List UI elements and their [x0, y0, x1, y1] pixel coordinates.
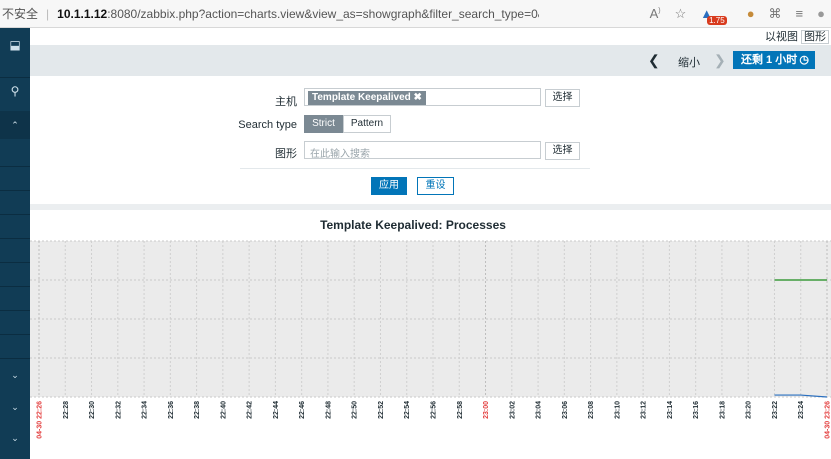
- host-multiselect[interactable]: Template Keepalived ✖: [304, 88, 541, 106]
- graph-panel: Template Keepalived: Processes 04-30 22:…: [30, 210, 831, 459]
- x-tick-label: 22:28: [63, 401, 70, 419]
- x-tick-label: 22:56: [431, 401, 438, 419]
- x-tick-label: 23:10: [614, 401, 621, 419]
- time-period-label: 还剩 1 小时: [741, 54, 798, 66]
- collapse-sidebar-icon[interactable]: ⬓: [0, 38, 30, 52]
- x-tick-label: 23:20: [746, 401, 753, 419]
- profile-avatar-icon[interactable]: ●: [817, 6, 825, 21]
- graph-chart: 04-30 22:26 22:28 22:30 22:32 22:34 22:36 22:3…: [30, 240, 831, 439]
- search-type-pattern[interactable]: Pattern: [343, 115, 391, 133]
- x-tick-label: 23:18: [719, 401, 726, 419]
- view-list-link[interactable]: 以视图: [765, 31, 798, 43]
- graph-label: 图形: [275, 148, 297, 160]
- reset-button[interactable]: 重设: [417, 177, 454, 195]
- view-switcher: 以视图 图形: [765, 28, 829, 44]
- x-tick-label: 23:14: [667, 401, 674, 419]
- sidebar-divider: [0, 262, 30, 263]
- search-icon[interactable]: ⚲: [0, 84, 30, 98]
- chevron-down-icon[interactable]: ⌄: [0, 433, 30, 444]
- sidebar-divider: [0, 238, 30, 239]
- x-tick-label: 22:36: [168, 401, 175, 419]
- x-tick-label: 22:38: [194, 401, 201, 419]
- filter-panel: 主机 Template Keepalived ✖ 选择 Search type …: [30, 76, 831, 204]
- view-graph-link[interactable]: 图形: [801, 30, 829, 44]
- x-tick-label: 22:32: [115, 401, 122, 419]
- graph-search-input[interactable]: 在此输入搜索: [304, 141, 541, 160]
- cookie-extension-icon[interactable]: ●: [747, 6, 755, 21]
- time-controls: ❮ 缩小 ❯ 还剩 1 小时 ◷: [30, 45, 831, 76]
- chevron-down-icon[interactable]: ⌄: [0, 370, 30, 381]
- host-label: 主机: [275, 96, 297, 108]
- url-host[interactable]: 10.1.1.12: [57, 7, 107, 21]
- apply-button[interactable]: 应用: [371, 177, 407, 195]
- x-tick-label: 23:04: [536, 401, 543, 419]
- host-chip-label: Template Keepalived: [312, 92, 411, 103]
- zoom-out-button[interactable]: 缩小: [678, 54, 700, 70]
- insecure-label[interactable]: 不安全: [0, 5, 38, 22]
- graph-placeholder: 在此输入搜索: [310, 149, 370, 160]
- extensions-puzzle-icon[interactable]: ⌘: [769, 6, 782, 22]
- sidebar-divider: [0, 310, 30, 311]
- x-tick-label: 22:30: [89, 401, 96, 419]
- x-tick-label: 23:00: [483, 401, 490, 419]
- search-type-strict[interactable]: Strict: [304, 115, 343, 133]
- x-tick-label: 22:46: [299, 401, 306, 419]
- sidebar-divider: [0, 334, 30, 335]
- extension-badge: 1.75: [707, 16, 727, 25]
- chevron-left-icon[interactable]: ❮: [648, 52, 660, 69]
- x-tick-label: 22:54: [404, 401, 411, 419]
- browser-address-bar: 不安全 | 10.1.1.12 :8080/zabbix.php?action=…: [0, 0, 831, 28]
- sidebar-divider: [0, 358, 30, 359]
- page-header: 以视图 图形: [30, 28, 831, 45]
- sidebar-divider: [0, 286, 30, 287]
- x-tick-label: 22:34: [142, 401, 149, 419]
- x-tick-label: 04-30 22:26: [37, 401, 44, 439]
- x-tick-label: 23:16: [693, 401, 700, 419]
- search-type-label: Search type: [238, 119, 297, 131]
- favorite-star-icon[interactable]: ☆: [675, 6, 687, 22]
- x-tick-label: 23:08: [588, 401, 595, 419]
- address-divider: |: [46, 6, 50, 21]
- host-chip: Template Keepalived ✖: [308, 91, 426, 105]
- clock-icon: ◷: [799, 54, 809, 66]
- read-aloud-icon[interactable]: A): [650, 6, 661, 21]
- x-tick-label: 23:24: [798, 401, 805, 419]
- chevron-down-icon[interactable]: ⌄: [0, 402, 30, 413]
- sidebar-divider: [0, 166, 30, 167]
- sidebar: ⬓ ⚲ ⌃ ⌄ ⌄ ⌄: [0, 28, 30, 459]
- chevron-right-icon[interactable]: ❯: [714, 52, 726, 69]
- x-tick-label: 22:44: [273, 401, 280, 419]
- host-select-button[interactable]: 选择: [545, 89, 580, 107]
- x-tick-label: 23:06: [562, 401, 569, 419]
- browser-toolbar: A) ☆ ▲1.75 ● ⌘ ≡ ●: [650, 0, 825, 27]
- sidebar-divider: [0, 190, 30, 191]
- x-tick-label: 22:48: [325, 401, 332, 419]
- sidebar-divider: [0, 77, 30, 78]
- close-icon[interactable]: ✖: [414, 92, 422, 103]
- x-tick-label: 04-30 23:26: [825, 401, 831, 439]
- favorites-list-icon[interactable]: ≡: [796, 6, 804, 21]
- filter-divider: [240, 168, 590, 169]
- time-period-button[interactable]: 还剩 1 小时 ◷: [733, 51, 815, 69]
- sidebar-divider: [0, 214, 30, 215]
- chevron-up-icon[interactable]: ⌃: [0, 120, 30, 131]
- extension-icon[interactable]: ▲1.75: [700, 6, 732, 25]
- url-path[interactable]: :8080/zabbix.php?action=charts.view&view…: [107, 7, 539, 21]
- x-tick-label: 23:12: [641, 401, 648, 419]
- x-tick-label: 22:52: [378, 401, 385, 419]
- x-tick-label: 22:50: [352, 401, 359, 419]
- x-tick-label: 23:22: [772, 401, 779, 419]
- x-tick-label: 22:42: [247, 401, 254, 419]
- x-tick-label: 22:58: [457, 401, 464, 419]
- x-tick-label: 22:40: [220, 401, 227, 419]
- graph-select-button[interactable]: 选择: [545, 142, 580, 160]
- x-tick-label: 23:02: [509, 401, 516, 419]
